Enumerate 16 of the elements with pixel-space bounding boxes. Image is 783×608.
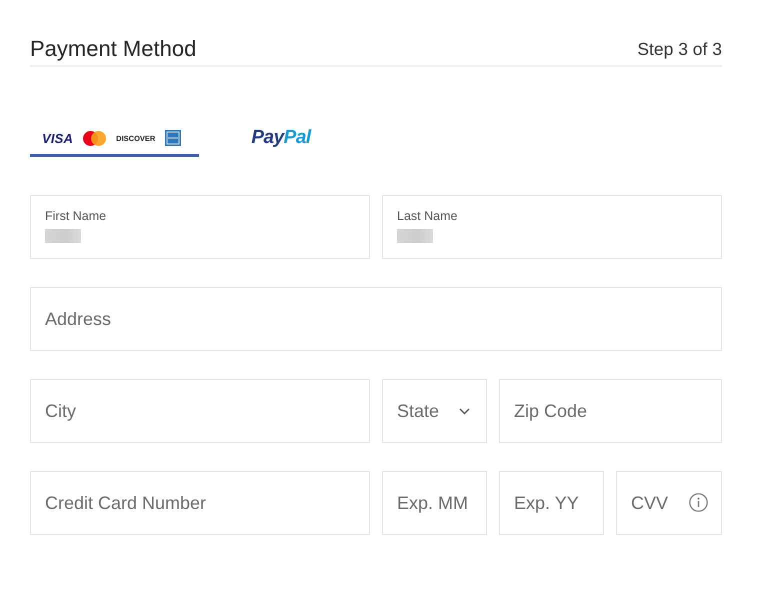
input-field[interactable]: City (30, 379, 370, 443)
input-field[interactable]: Address (30, 287, 722, 351)
input-field[interactable]: CVV (616, 471, 722, 535)
chevron-down-icon (459, 408, 470, 414)
input-field[interactable]: Last Name (382, 195, 722, 259)
input-field[interactable]: Zip Code (499, 379, 722, 443)
overlapping-circles-icon (83, 130, 106, 146)
card-logo-icon (165, 130, 182, 146)
paypal-tab[interactable]: PayPal (239, 123, 323, 157)
step-indicator: Step 3 of 3 (637, 38, 722, 60)
dropdown[interactable]: State (382, 379, 487, 443)
input-field[interactable]: Credit Card Number (30, 471, 370, 535)
input-field[interactable]: Exp. MM (382, 471, 487, 535)
input-field[interactable]: Exp. YY (499, 471, 604, 535)
input-field[interactable]: First Name (30, 195, 370, 259)
page-title: Payment Method (30, 36, 196, 62)
